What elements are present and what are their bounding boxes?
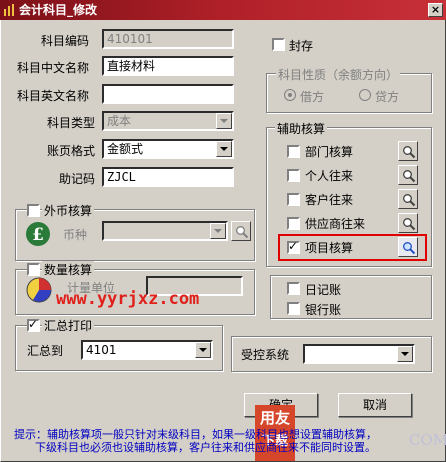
search-icon [403,218,416,231]
mnemonic-field[interactable]: ZJCL [102,167,234,187]
currency-select [102,221,228,241]
aux-supplier-label: 供应商往来 [305,217,366,231]
credit-label: 贷方 [375,90,400,104]
cn-name-field[interactable]: 直接材料 [102,56,234,76]
aux-personal-checkbox[interactable] [287,169,300,182]
summary-checkbox[interactable] [27,317,40,332]
search-icon [403,194,416,207]
hint-line-1: 提示：辅助核算项一般只针对末级科目，如果一级科目也想设置辅助核算， [14,428,377,441]
debit-label: 借方 [300,90,325,104]
page-format-select[interactable]: 金额式 [102,139,234,159]
type-select: 成本 [102,111,234,131]
watermark-com: COM [409,431,446,449]
quantity-checkbox[interactable] [27,263,40,276]
summary-to-label: 汇总到 [27,344,64,358]
aux-customer-search-button[interactable] [398,189,418,209]
hint-line-2: 下级科目也必须也设辅助核算，客户往来和供应商往来不能同时设置。 [35,441,376,454]
dialog-body: 科目编码 410101 科目中文名称 直接材料 科目英文名称 科目类型 成本 账… [0,20,446,462]
aux-customer-label: 客户往来 [305,193,354,207]
summary-label: 汇总打印 [42,317,95,334]
chevron-down-icon [216,113,232,129]
summary-to-value: 4101 [86,343,117,357]
daybook-label: 日记账 [305,283,342,297]
daybook-checkbox[interactable] [287,282,300,295]
window-title: 会计科目_修改 [19,3,98,17]
aux-dept-search-button[interactable] [398,141,418,161]
en-name-field[interactable] [102,84,234,104]
search-icon [403,170,416,183]
controlled-select[interactable] [303,344,415,364]
chevron-down-icon [210,223,226,239]
aux-personal-search-button[interactable] [398,165,418,185]
currency-icon: £ [25,221,51,247]
aux-project-search-button[interactable] [398,237,418,257]
bank-label: 银行账 [305,303,342,317]
foreign-label: 外币核算 [42,202,95,219]
code-field: 410101 [102,29,234,49]
watermark-url: www.yyrjxz.com [56,289,200,309]
aux-project-label: 项目核算 [305,241,354,255]
type-value: 成本 [107,114,132,128]
code-label: 科目编码 [41,34,90,48]
aux-dept-label: 部门核算 [305,145,354,159]
cancel-button[interactable]: 取消 [338,393,412,417]
search-icon [236,226,249,239]
credit-radio [359,89,371,101]
chevron-down-icon[interactable] [216,141,232,157]
aux-supplier-search-button[interactable] [398,213,418,233]
aux-personal-label: 个人往来 [305,169,354,183]
page-format-value: 金额式 [107,142,144,156]
close-button[interactable]: × [428,3,443,17]
chevron-down-icon[interactable] [397,346,413,362]
nature-title: 科目性质（余额方向） [276,66,401,83]
summary-to-select[interactable]: 4101 [81,340,213,360]
cn-name-label: 科目中文名称 [17,61,90,75]
bank-checkbox[interactable] [287,302,300,315]
search-icon [403,146,416,159]
title-bar: 会计科目_修改 × [0,0,446,20]
debit-radio [284,89,296,101]
mnemonic-label: 助记码 [59,172,96,186]
svg-text:£: £ [32,225,44,245]
search-icon [403,242,416,255]
seal-label: 封存 [289,39,314,53]
aux-dept-checkbox[interactable] [287,145,300,158]
currency-search-button [231,221,251,241]
en-name-label: 科目英文名称 [17,89,90,103]
currency-label: 币种 [63,228,88,242]
aux-project-checkbox[interactable] [287,239,300,254]
foreign-checkbox[interactable] [27,204,40,217]
aux-supplier-checkbox[interactable] [287,217,300,230]
scale-icon [25,276,53,304]
type-label: 科目类型 [47,116,96,130]
aux-title: 辅助核算 [275,120,328,137]
aux-customer-checkbox[interactable] [287,193,300,206]
page-format-label: 账页格式 [47,144,96,158]
seal-checkbox[interactable] [272,38,285,51]
chevron-down-icon[interactable] [195,342,211,358]
app-icon [3,3,17,17]
controlled-label: 受控系统 [241,348,290,362]
